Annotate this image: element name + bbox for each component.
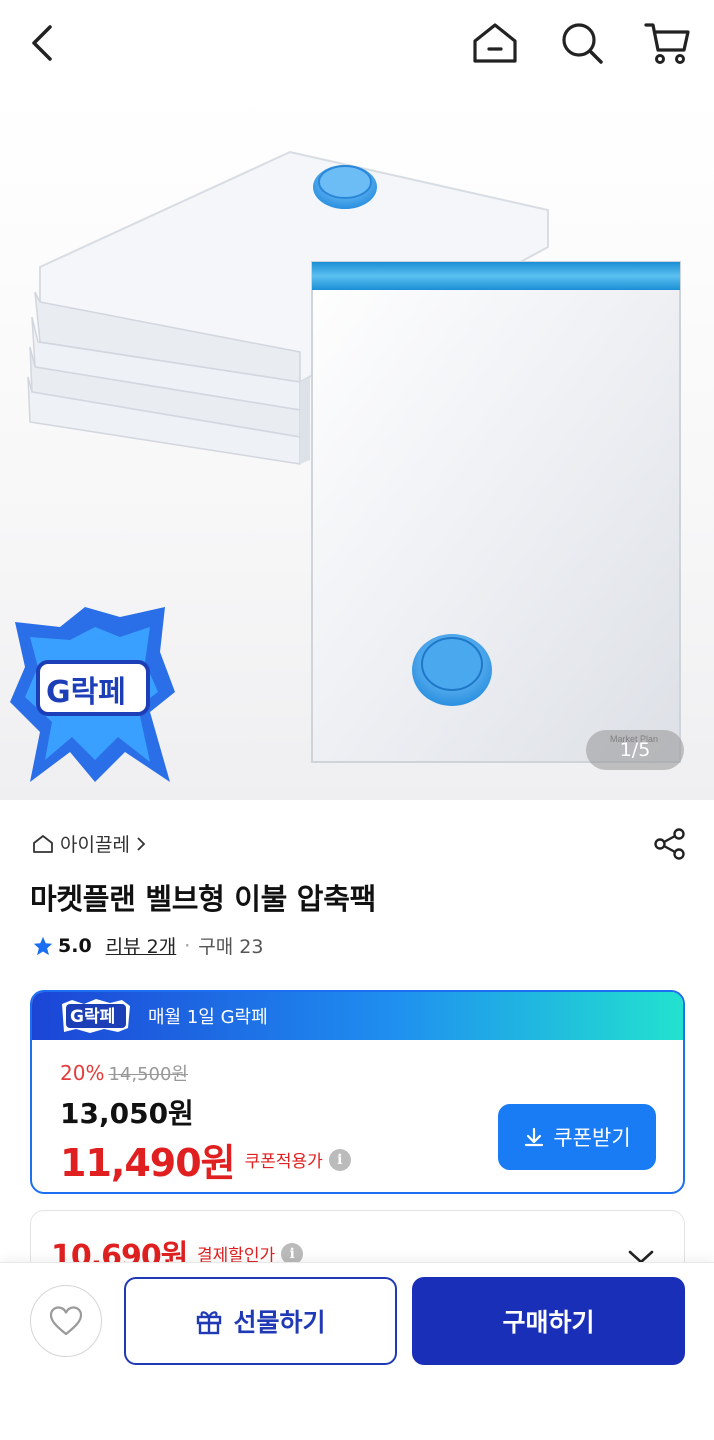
sale-price: 13,050원 — [60, 1097, 194, 1130]
original-price: 14,500원 — [108, 1064, 188, 1085]
discount-row: 20% 14,500원 — [60, 1060, 188, 1086]
separator-dot: · — [184, 934, 191, 957]
top-navigation — [0, 0, 714, 92]
promo-badge-label: G락페 — [46, 675, 126, 710]
buy-button[interactable]: 구매하기 — [412, 1277, 685, 1365]
coupon-price-row: 11,490원 쿠폰적용가 i — [60, 1132, 351, 1187]
back-arrow-icon[interactable] — [18, 18, 68, 68]
chevron-right-icon — [137, 836, 146, 851]
store-home-icon — [33, 834, 53, 853]
search-icon[interactable] — [557, 18, 607, 68]
purchase-count: 구매 23 — [198, 936, 264, 958]
reviews-link[interactable]: 리뷰 2개 — [106, 932, 177, 959]
deal-banner: G락페 매월 1일 G락페 — [32, 992, 683, 1040]
gift-button[interactable]: 선물하기 — [124, 1277, 397, 1365]
deal-card: G락페 매월 1일 G락페 20% 14,500원 13,050원 11,490… — [30, 990, 685, 1194]
g-rakpe-badge-label: G락페 — [70, 1007, 116, 1027]
get-coupon-button[interactable]: 쿠폰받기 — [498, 1104, 656, 1170]
share-icon[interactable] — [648, 822, 692, 866]
get-coupon-label: 쿠폰받기 — [553, 1126, 631, 1150]
discount-rate: 20% — [60, 1061, 105, 1085]
star-icon — [33, 936, 53, 955]
product-title: 마켓플랜 벨브형 이불 압축팩 — [30, 882, 376, 916]
image-page-indicator: 1/5 — [586, 730, 684, 770]
cart-icon[interactable] — [642, 18, 692, 68]
download-icon — [525, 1127, 544, 1147]
heart-icon — [49, 1306, 83, 1336]
gift-label: 선물하기 — [233, 1308, 326, 1337]
bottom-action-bar: 선물하기 구매하기 — [0, 1262, 714, 1440]
breadcrumb-label: 아이끌레 — [60, 834, 130, 856]
wishlist-button[interactable] — [30, 1285, 102, 1357]
breadcrumb[interactable]: 아이끌레 — [32, 830, 146, 857]
product-meta: 5.0 리뷰 2개 · 구매 23 — [32, 932, 263, 959]
coupon-price-label: 쿠폰적용가 — [244, 1152, 323, 1172]
info-icon[interactable]: i — [328, 1148, 351, 1171]
coupon-price: 11,490원 — [60, 1141, 236, 1185]
rating-value: 5.0 — [58, 934, 92, 957]
gift-icon — [197, 1311, 222, 1335]
product-image-carousel[interactable]: Market Plan G락페 1/5 — [0, 92, 714, 800]
deal-banner-text: 매월 1일 G락페 — [148, 1007, 268, 1028]
home-icon[interactable] — [470, 18, 520, 68]
